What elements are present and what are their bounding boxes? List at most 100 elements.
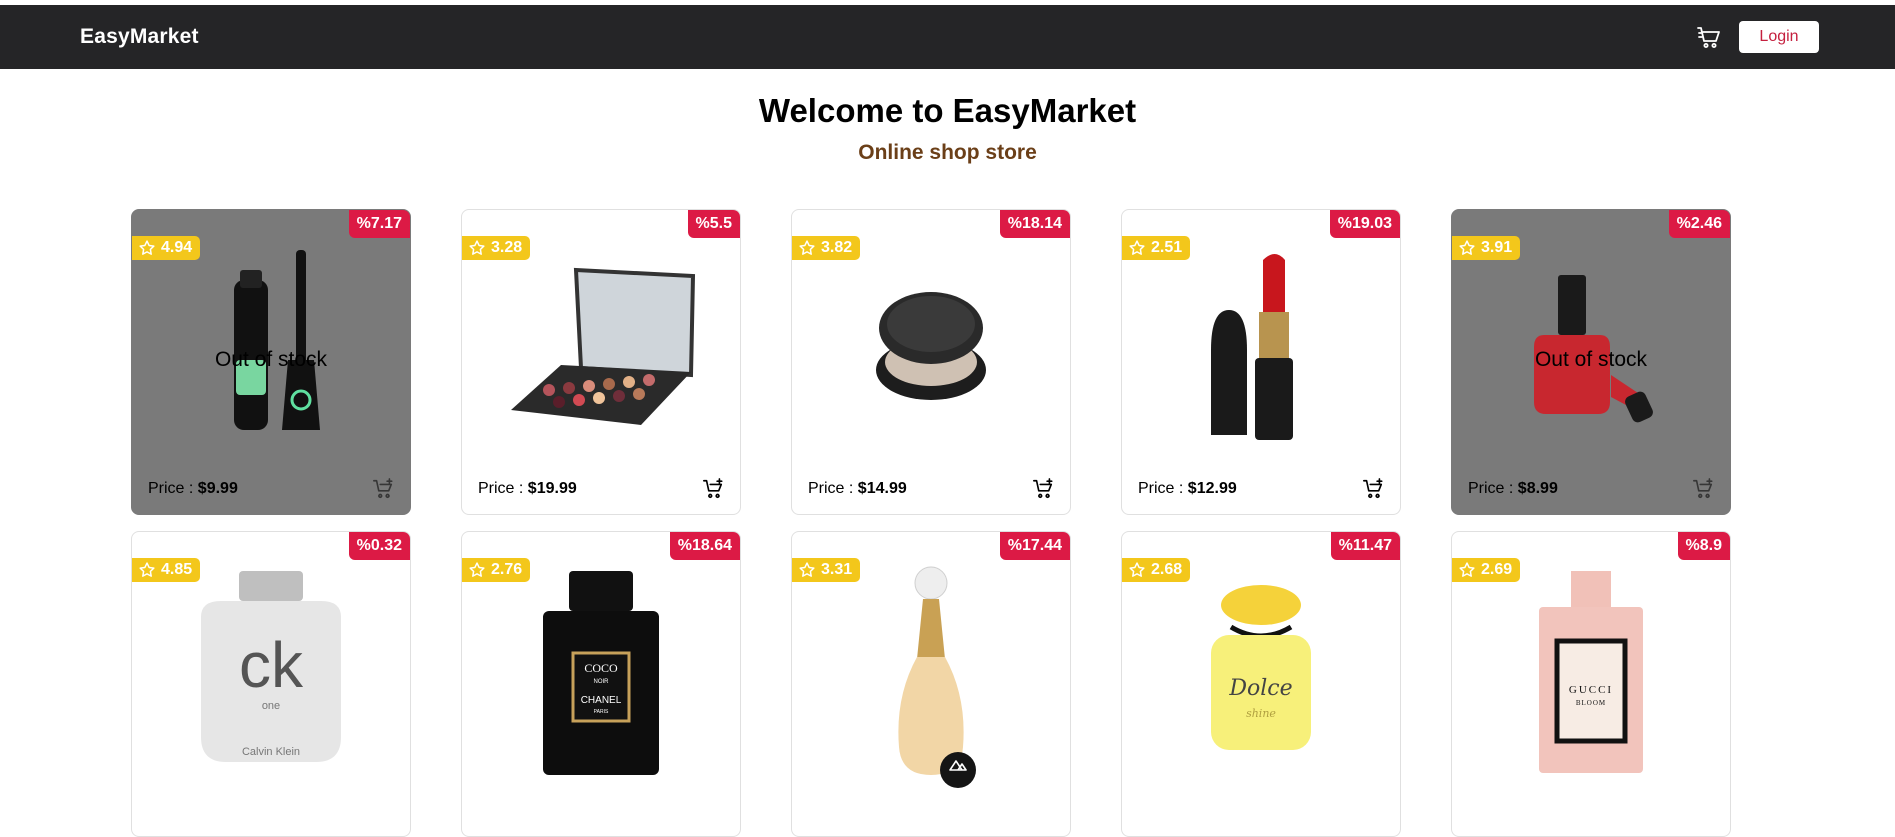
out-of-stock-label: Out of stock (1534, 348, 1648, 371)
add-to-cart-icon[interactable] (372, 478, 394, 500)
product-image: GUCCI BLOOM (1452, 562, 1730, 773)
noir-text: NOIR (594, 679, 610, 685)
star-icon (139, 240, 155, 255)
discount-badge: %7.17 (348, 210, 410, 238)
product-image: ck one Calvin Klein (132, 562, 410, 772)
eyeshadow-palette-icon (511, 267, 696, 425)
discount-badge: %18.14 (999, 210, 1070, 238)
rating-value: 2.68 (1151, 561, 1183, 578)
product-card[interactable]: %19.03 2.51 Price : $12.99 (1121, 209, 1401, 515)
product-card[interactable]: %0.32 4.85 ck one Calvin Klein (131, 531, 411, 837)
rating-value: 2.69 (1481, 561, 1513, 578)
rating-badge: 4.94 (132, 236, 201, 260)
add-to-cart-icon[interactable] (702, 478, 724, 500)
star-icon (1129, 240, 1145, 255)
product-grid: %7.17 4.94 Out of stock Price : $9.99 %5… (131, 209, 1731, 837)
add-to-cart-icon[interactable] (1362, 478, 1384, 500)
price-value: $12.99 (1187, 480, 1237, 497)
gucci-text: GUCCI (1569, 684, 1613, 696)
rating-badge: 3.82 (792, 236, 861, 260)
discount-badge: %8.9 (1677, 532, 1730, 560)
price-value: $9.99 (197, 480, 238, 497)
rating-badge: 3.28 (462, 236, 531, 260)
price-label: Price : (148, 480, 194, 497)
rating-value: 3.31 (821, 561, 853, 578)
rating-badge: 2.76 (462, 558, 531, 582)
product-image (792, 562, 1070, 775)
product-image (1122, 240, 1400, 450)
login-button[interactable]: Login (1739, 21, 1819, 53)
cart-icon[interactable] (1695, 23, 1723, 51)
jadore-bottle-icon (898, 566, 964, 775)
ck-logo-text: ck (239, 629, 304, 701)
shine-text: shine (1246, 707, 1276, 720)
rating-badge: 3.31 (792, 558, 861, 582)
price-label: Price : (478, 480, 524, 497)
add-to-cart-icon[interactable] (1032, 478, 1054, 500)
mountain-icon (949, 760, 967, 771)
product-card[interactable]: %5.5 3.28 Price : $19.99 (461, 209, 741, 515)
rating-value: 4.85 (161, 561, 193, 578)
discount-badge: %2.46 (1668, 210, 1730, 238)
product-card[interactable]: %7.17 4.94 Out of stock Price : $9.99 (131, 209, 411, 515)
discount-badge: %17.44 (999, 532, 1070, 560)
discount-badge: %0.32 (348, 532, 410, 560)
product-card[interactable]: %2.46 3.91 Out of stock Price : $8.99 (1451, 209, 1731, 515)
price-row: Price : $9.99 (148, 478, 394, 500)
price-row: Price : $19.99 (478, 478, 724, 500)
nav-actions: Login (1695, 21, 1819, 53)
add-to-cart-icon[interactable] (1692, 478, 1714, 500)
discount-badge: %18.64 (669, 532, 740, 560)
rating-value: 3.82 (821, 239, 853, 256)
navbar: EasyMarket Login (0, 5, 1895, 69)
price-value: $8.99 (1517, 480, 1558, 497)
rating-badge: 2.69 (1452, 558, 1521, 582)
brand-logo[interactable]: EasyMarket (80, 25, 199, 49)
lipstick-icon (1211, 254, 1293, 440)
star-icon (799, 240, 815, 255)
product-card[interactable]: %8.9 2.69 GUCCI BLOOM (1451, 531, 1731, 837)
discount-badge: %11.47 (1330, 532, 1400, 560)
mascara-icon (234, 250, 320, 430)
discount-badge: %19.03 (1329, 210, 1400, 238)
powder-compact-icon (876, 292, 986, 400)
gucci-bloom-bottle-icon: GUCCI BLOOM (1539, 571, 1643, 773)
product-image (792, 240, 1070, 450)
product-card[interactable]: %17.44 3.31 (791, 531, 1071, 837)
rating-value: 3.91 (1481, 239, 1513, 256)
product-card[interactable]: %18.64 2.76 COCO NOIR CHANEL PARIS (461, 531, 741, 837)
product-image (462, 240, 740, 450)
rating-value: 4.94 (161, 239, 193, 256)
price-label: Price : (1138, 480, 1184, 497)
discount-badge: %5.5 (687, 210, 740, 238)
rating-value: 3.28 (491, 239, 523, 256)
bloom-text: BLOOM (1576, 699, 1606, 707)
star-icon (1459, 240, 1475, 255)
product-card[interactable]: %11.47 2.68 Dolce shine (1121, 531, 1401, 837)
page-title: Welcome to EasyMarket (758, 92, 1137, 129)
coco-noir-bottle-icon: COCO NOIR CHANEL PARIS (543, 571, 659, 775)
price-row: Price : $8.99 (1468, 478, 1714, 500)
chanel-text: CHANEL (581, 695, 622, 706)
paris-text: PARIS (594, 709, 609, 715)
hero: Welcome to EasyMarket Online shop store (0, 91, 1895, 165)
product-image (1452, 240, 1730, 450)
star-icon (1129, 562, 1145, 577)
dolce-text: Dolce (1228, 676, 1292, 701)
star-icon (1459, 562, 1475, 577)
product-image: COCO NOIR CHANEL PARIS (462, 562, 740, 775)
product-card[interactable]: %18.14 3.82 Price : $14.99 (791, 209, 1071, 515)
coco-text: COCO (584, 661, 618, 675)
price-value: $14.99 (857, 480, 907, 497)
price-value: $19.99 (527, 480, 577, 497)
rating-badge: 2.68 (1122, 558, 1191, 582)
devtools-logo-icon[interactable] (940, 752, 976, 788)
rating-value: 2.51 (1151, 239, 1183, 256)
product-image (132, 240, 410, 450)
price-label: Price : (1468, 480, 1514, 497)
rating-value: 2.76 (491, 561, 523, 578)
rating-badge: 4.85 (132, 558, 201, 582)
ck-one-text: one (262, 700, 280, 712)
star-icon (469, 562, 485, 577)
out-of-stock-label: Out of stock (214, 348, 328, 371)
